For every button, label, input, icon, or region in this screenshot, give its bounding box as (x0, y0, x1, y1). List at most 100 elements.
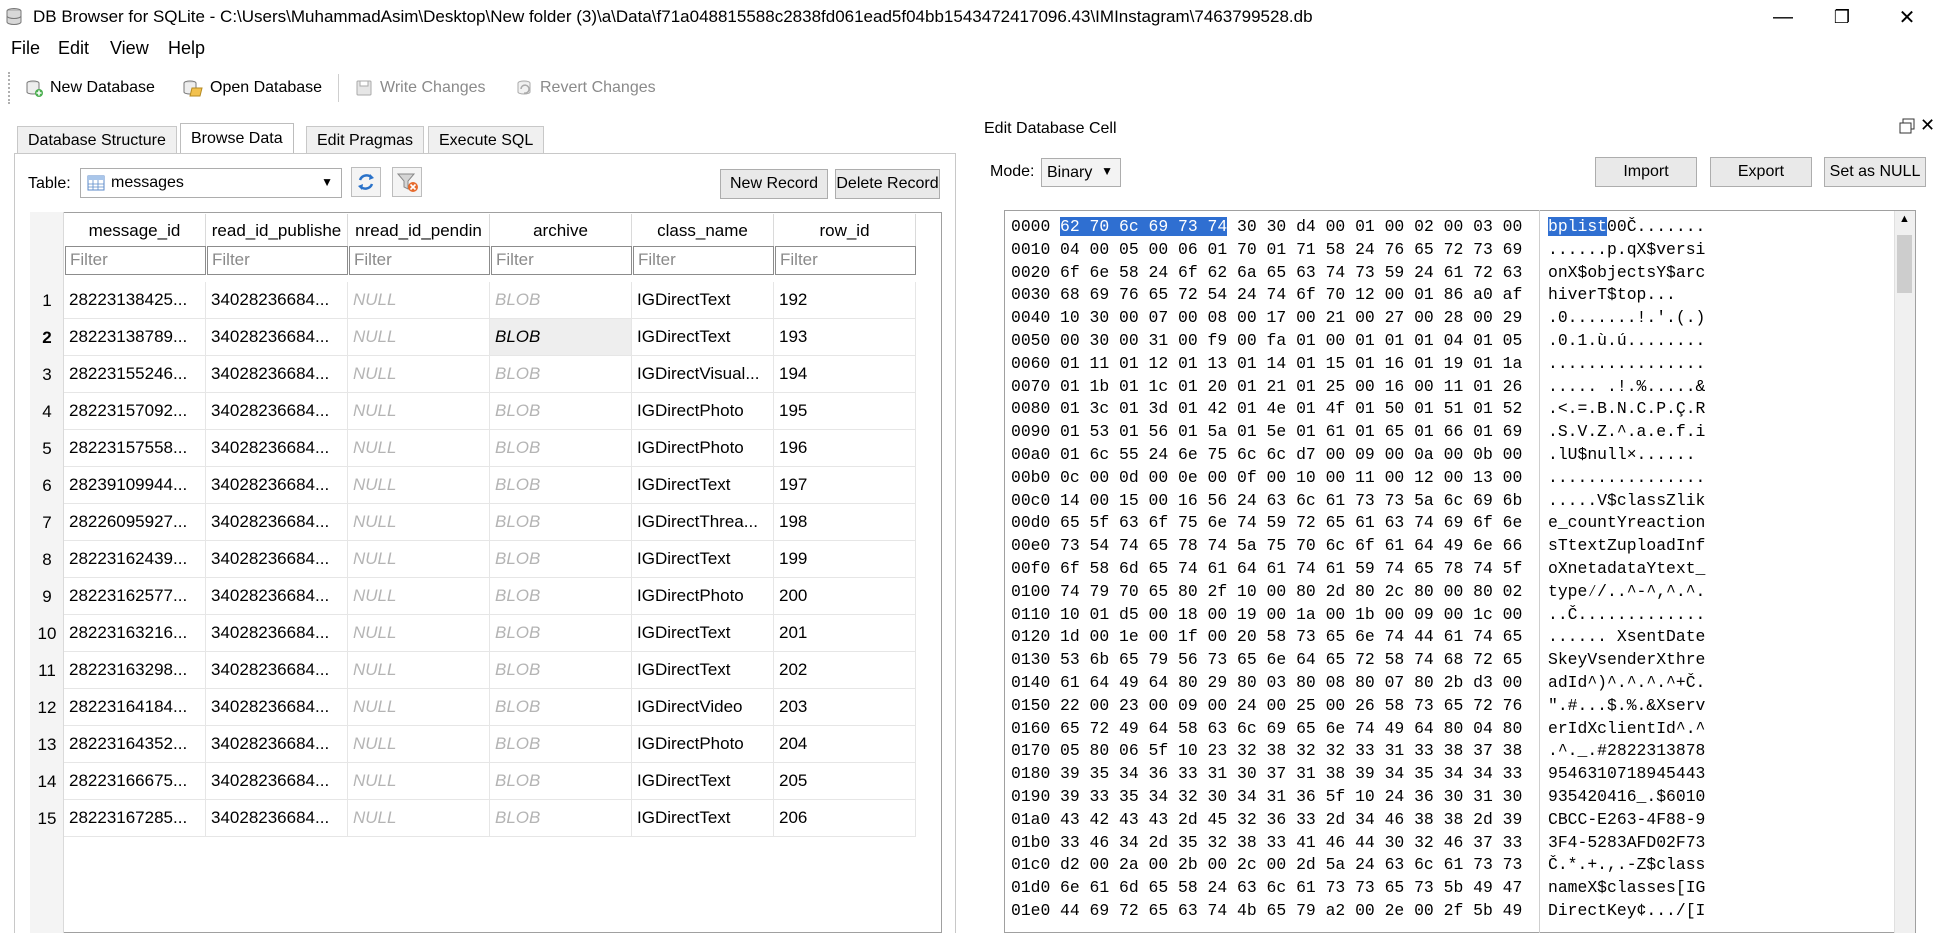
table-cell-row-id[interactable]: 203 (774, 689, 916, 726)
col-message-id-header[interactable]: message_id (64, 214, 206, 248)
table-cell-archive[interactable]: BLOB (490, 430, 632, 467)
table-cell-archive[interactable]: BLOB (490, 652, 632, 689)
write-changes-button[interactable]: Write Changes (354, 76, 486, 100)
open-database-button[interactable]: Open Database (182, 76, 322, 100)
ascii-selection[interactable]: bplist (1548, 217, 1608, 236)
row-number[interactable]: 15 (30, 800, 64, 837)
table-cell-read-id-published[interactable]: 34028236684... (206, 356, 348, 393)
hex-ascii[interactable]: DirectKey¢.../[I (1548, 900, 1705, 923)
table-cell-read-id-pending[interactable]: NULL (348, 541, 490, 578)
table-cell-message-id[interactable]: 28223164352... (64, 726, 206, 763)
table-cell-read-id-pending[interactable]: NULL (348, 282, 490, 319)
table-cell-archive[interactable]: BLOB (490, 689, 632, 726)
hex-bytes[interactable]: 62 70 6c 69 73 74 30 30 d4 00 01 00 02 0… (1060, 216, 1522, 239)
row-number[interactable]: 10 (30, 615, 64, 652)
table-cell-message-id[interactable]: 28223167285... (64, 800, 206, 837)
tab-browse-data[interactable]: Browse Data (180, 123, 294, 154)
table-cell-class-name[interactable]: IGDirectText (632, 467, 774, 504)
table-cell-row-id[interactable]: 200 (774, 578, 916, 615)
hex-bytes[interactable]: 1d 00 1e 00 1f 00 20 58 73 65 6e 74 44 6… (1060, 626, 1522, 649)
table-cell-class-name[interactable]: IGDirectPhoto (632, 726, 774, 763)
table-cell-class-name[interactable]: IGDirectText (632, 652, 774, 689)
table-cell-message-id[interactable]: 28223138789... (64, 319, 206, 356)
hex-bytes[interactable]: 14 00 15 00 16 56 24 63 6c 61 73 73 5a 6… (1060, 490, 1522, 513)
table-cell-archive[interactable]: BLOB (490, 467, 632, 504)
hex-bytes[interactable]: 0c 00 0d 00 0e 00 0f 00 10 00 11 00 12 0… (1060, 467, 1522, 490)
col-read-id-published-filter[interactable]: Filter (207, 246, 348, 275)
mode-select[interactable]: Binary ▼ (1041, 158, 1121, 187)
menu-file[interactable]: File (11, 38, 40, 59)
hex-ascii[interactable]: adId^)^.^.^.^+Č. (1548, 672, 1705, 695)
menu-view[interactable]: View (110, 38, 149, 59)
hex-ascii[interactable]: type⁄/..^-^,^.^. (1548, 581, 1705, 604)
hex-bytes[interactable]: d2 00 2a 00 2b 00 2c 00 2d 5a 24 63 6c 6… (1060, 854, 1522, 877)
table-cell-archive[interactable]: BLOB (490, 615, 632, 652)
table-cell-class-name[interactable]: IGDirectText (632, 763, 774, 800)
row-number[interactable]: 5 (30, 430, 64, 467)
table-cell-message-id[interactable]: 28223138425... (64, 282, 206, 319)
tab-database-structure[interactable]: Database Structure (17, 126, 177, 154)
hex-bytes[interactable]: 33 46 34 2d 35 32 38 33 41 46 44 30 32 4… (1060, 832, 1522, 855)
table-cell-class-name[interactable]: IGDirectText (632, 282, 774, 319)
refresh-button[interactable] (351, 167, 381, 197)
table-cell-read-id-published[interactable]: 34028236684... (206, 541, 348, 578)
row-number[interactable]: 13 (30, 726, 64, 763)
table-cell-read-id-published[interactable]: 34028236684... (206, 763, 348, 800)
table-cell-message-id[interactable]: 28226095927... (64, 504, 206, 541)
hex-ascii[interactable]: 9546310718945443 (1548, 763, 1705, 786)
hex-ascii[interactable]: ...... XsentDate (1548, 626, 1705, 649)
table-cell-row-id[interactable]: 199 (774, 541, 916, 578)
menu-edit[interactable]: Edit (58, 38, 89, 59)
table-cell-read-id-pending[interactable]: NULL (348, 615, 490, 652)
hex-ascii[interactable]: 3F4-5283AFD02F73 (1548, 832, 1705, 855)
table-cell-row-id[interactable]: 205 (774, 763, 916, 800)
hex-bytes[interactable]: 65 5f 63 6f 75 6e 74 59 72 65 61 63 74 6… (1060, 512, 1522, 535)
hex-ascii[interactable]: .lU$null×...... (1548, 444, 1696, 467)
set-as-null-button[interactable]: Set as NULL (1824, 157, 1926, 187)
close-dock-icon[interactable]: ✕ (1920, 115, 1935, 136)
row-number[interactable]: 6 (30, 467, 64, 504)
clear-filters-button[interactable] (392, 167, 422, 197)
col-archive-filter[interactable]: Filter (491, 246, 632, 275)
table-cell-class-name[interactable]: IGDirectText (632, 800, 774, 837)
hex-ascii[interactable]: .....V$classZlik (1548, 490, 1705, 513)
table-cell-message-id[interactable]: 28223157092... (64, 393, 206, 430)
table-cell-read-id-pending[interactable]: NULL (348, 430, 490, 467)
table-cell-row-id[interactable]: 201 (774, 615, 916, 652)
table-cell-read-id-pending[interactable]: NULL (348, 356, 490, 393)
row-number[interactable]: 7 (30, 504, 64, 541)
table-cell-message-id[interactable]: 28223157558... (64, 430, 206, 467)
hex-bytes[interactable]: 61 64 49 64 80 29 80 03 80 08 80 07 80 2… (1060, 672, 1522, 695)
hex-bytes[interactable]: 6f 58 6d 65 74 61 64 61 74 61 59 74 65 7… (1060, 558, 1522, 581)
table-cell-read-id-published[interactable]: 34028236684... (206, 430, 348, 467)
hex-bytes[interactable]: 44 69 72 65 63 74 4b 65 79 a2 00 2e 00 2… (1060, 900, 1522, 923)
table-cell-class-name[interactable]: IGDirectText (632, 541, 774, 578)
table-cell-class-name[interactable]: IGDirectPhoto (632, 578, 774, 615)
table-cell-row-id[interactable]: 204 (774, 726, 916, 763)
hex-ascii[interactable]: .0.1.ù.ú........ (1548, 330, 1705, 353)
hex-ascii[interactable]: Č.*.+.,.-Z$class (1548, 854, 1705, 877)
table-cell-row-id[interactable]: 193 (774, 319, 916, 356)
row-number[interactable]: 2 (30, 319, 64, 356)
table-cell-message-id[interactable]: 28223163298... (64, 652, 206, 689)
hex-ascii[interactable]: hiverT$top... (1548, 284, 1676, 307)
revert-changes-button[interactable]: Revert Changes (514, 76, 656, 100)
table-cell-archive[interactable]: BLOB (490, 726, 632, 763)
row-number[interactable]: 3 (30, 356, 64, 393)
hex-bytes[interactable]: 01 6c 55 24 6e 75 6c 6c d7 00 09 00 0a 0… (1060, 444, 1522, 467)
hex-bytes[interactable]: 43 42 43 43 2d 45 32 36 33 2d 34 46 38 3… (1060, 809, 1522, 832)
hex-ascii[interactable]: SkeyVsenderXthre (1548, 649, 1705, 672)
table-cell-class-name[interactable]: IGDirectThrea... (632, 504, 774, 541)
hex-bytes[interactable]: 68 69 76 65 72 54 24 74 6f 70 12 00 01 8… (1060, 284, 1522, 307)
table-cell-class-name[interactable]: IGDirectVideo (632, 689, 774, 726)
table-cell-row-id[interactable]: 192 (774, 282, 916, 319)
tab-execute-sql[interactable]: Execute SQL (428, 126, 545, 154)
table-cell-message-id[interactable]: 28223162439... (64, 541, 206, 578)
float-dock-icon[interactable] (1898, 117, 1916, 135)
table-cell-read-id-published[interactable]: 34028236684... (206, 578, 348, 615)
table-cell-archive[interactable]: BLOB (490, 393, 632, 430)
col-class-name-header[interactable]: class_name (632, 214, 774, 248)
hex-ascii[interactable]: e_countYreaction (1548, 512, 1705, 535)
table-cell-class-name[interactable]: IGDirectText (632, 319, 774, 356)
table-cell-archive[interactable]: BLOB (490, 282, 632, 319)
